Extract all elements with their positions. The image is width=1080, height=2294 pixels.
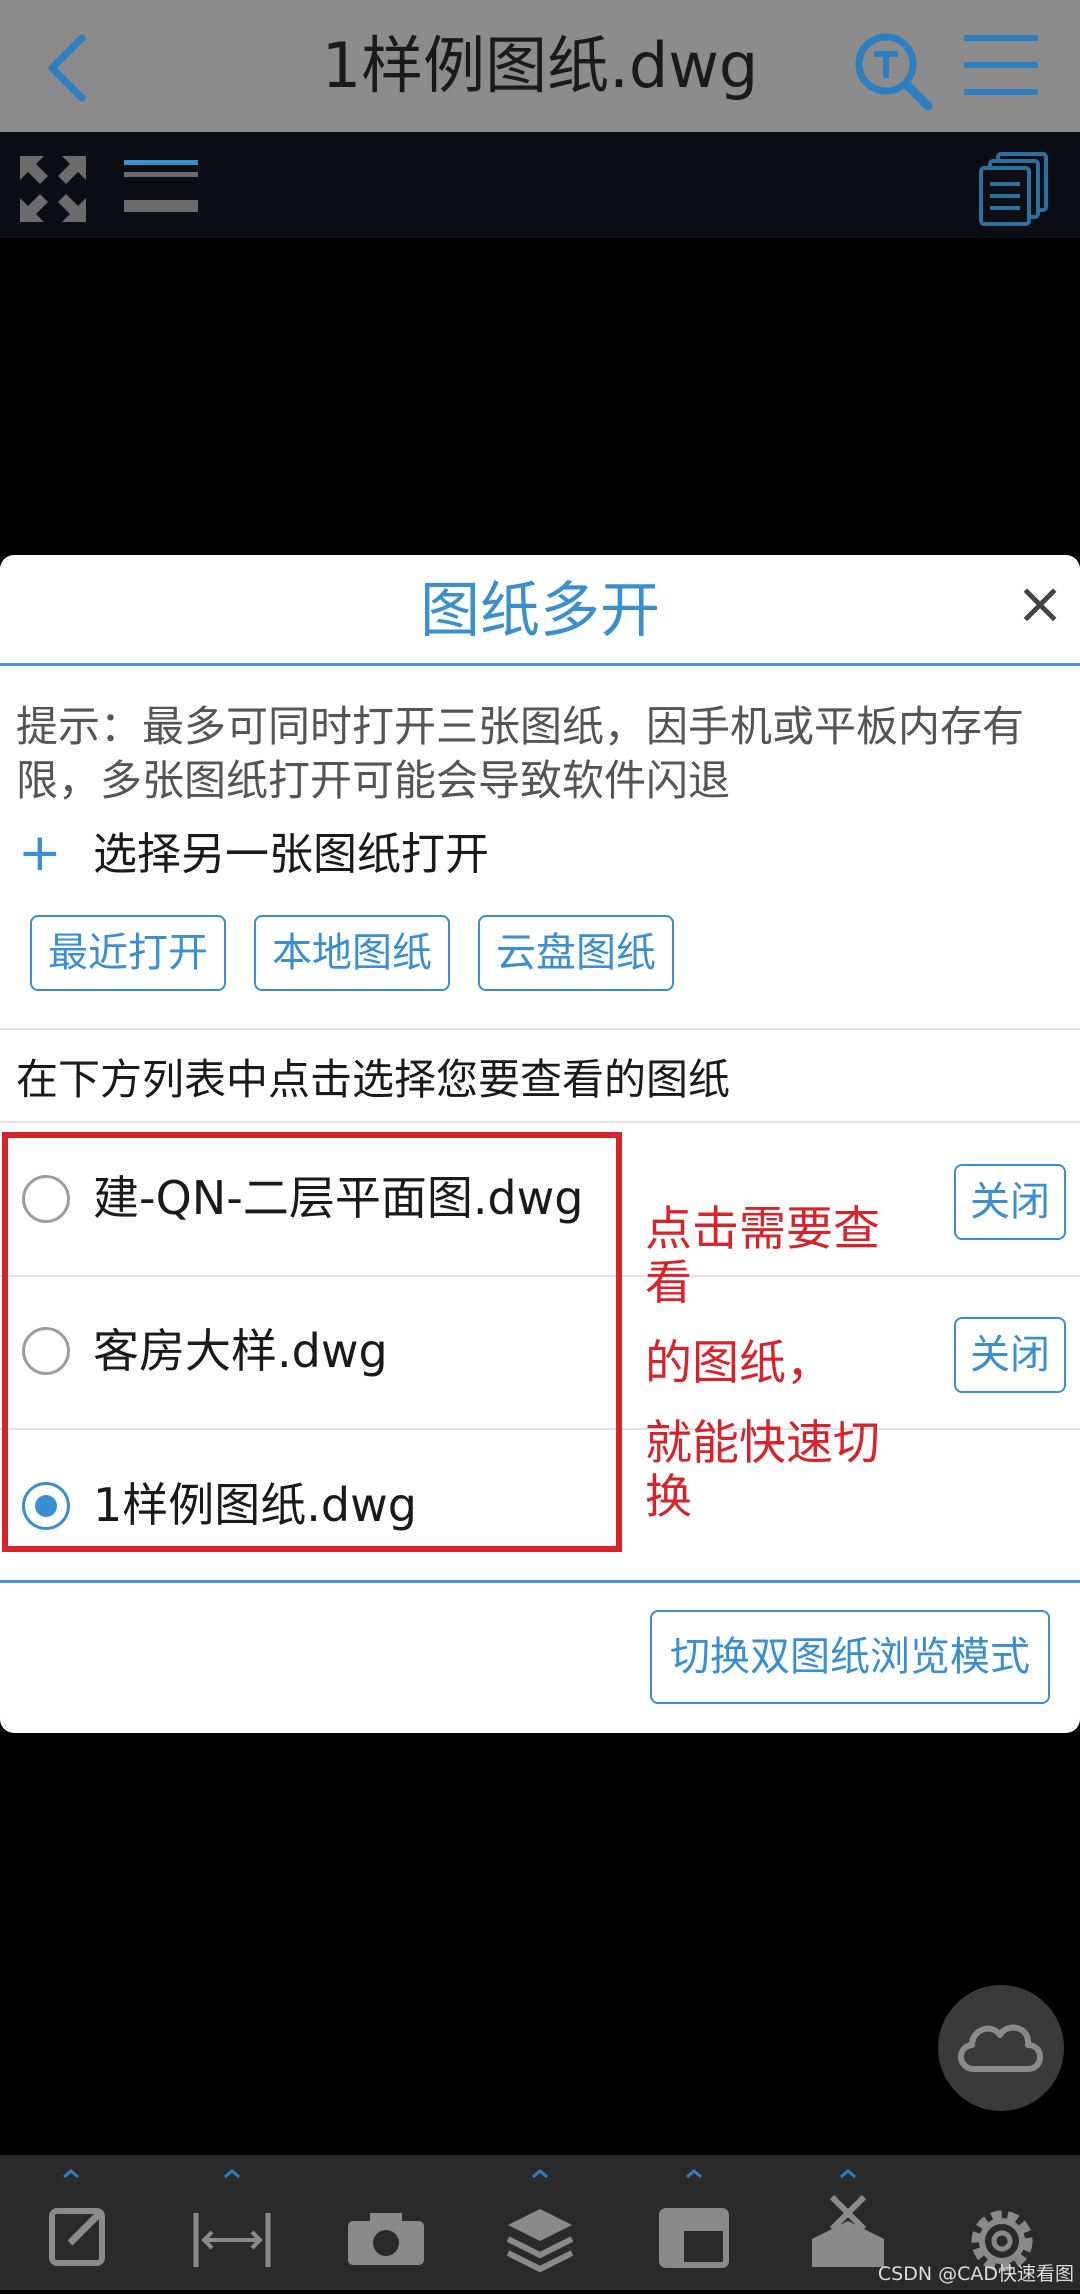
bars-icon	[124, 160, 198, 212]
annotation-line: 点击需要查看	[645, 1202, 880, 1311]
multi-open-dialog: 图纸多开 × 提示：最多可同时打开三张图纸，因手机或平板内存有限，多张图纸打开可…	[0, 555, 1080, 1733]
highlight-annotation-box	[2, 1132, 622, 1552]
hamburger-menu-icon	[964, 35, 1038, 95]
multi-document-button[interactable]	[978, 152, 1050, 226]
dialog-title: 图纸多开	[420, 576, 660, 646]
list-divider	[0, 1580, 1080, 1583]
dual-view-mode-button[interactable]: 切换双图纸浏览模式	[650, 1610, 1050, 1704]
close-icon[interactable]: ×	[1010, 573, 1070, 633]
close-file-button[interactable]: 关闭	[954, 1164, 1066, 1240]
divider	[0, 1028, 1080, 1030]
watermark: CSDN @CAD快速看图	[877, 2263, 1074, 2285]
edit-icon	[49, 2169, 105, 2266]
local-files-button[interactable]: 本地图纸	[254, 915, 450, 991]
layout-icon	[659, 2169, 729, 2268]
text-search-icon	[855, 33, 933, 111]
cloud-button[interactable]	[938, 1985, 1064, 2111]
hint-text: 提示：最多可同时打开三张图纸，因手机或平板内存有限，多张图纸打开可能会导致软件闪…	[16, 702, 1025, 805]
back-button[interactable]	[30, 28, 110, 108]
pick-another-drawing-link[interactable]: 选择另一张图纸打开	[93, 825, 489, 885]
bars-button[interactable]	[124, 156, 198, 216]
fullscreen-button[interactable]	[18, 154, 88, 224]
page-title: 1样例图纸.dwg	[321, 29, 759, 102]
menu-button[interactable]	[960, 30, 1042, 100]
top-app-bar: 1样例图纸.dwg	[0, 0, 1080, 132]
measure-tool-button[interactable]	[172, 2155, 292, 2290]
instruction-text: 在下方列表中点击选择您要查看的图纸	[16, 1055, 731, 1104]
recent-files-button[interactable]: 最近打开	[30, 915, 226, 991]
view-toolbar	[0, 132, 1080, 238]
layout-tool-button[interactable]	[634, 2155, 754, 2290]
text-search-button[interactable]	[848, 26, 938, 116]
annotation-text: 点击需要查看 的图纸， 就能快速切换	[645, 1203, 895, 1525]
fullscreen-icon	[20, 156, 86, 222]
layers-icon	[506, 2169, 574, 2273]
chevron-left-icon	[48, 34, 86, 102]
measure-icon	[193, 2169, 271, 2267]
layers-tool-button[interactable]	[480, 2155, 600, 2290]
cloud-files-button[interactable]: 云盘图纸	[478, 915, 674, 991]
multi-document-icon	[979, 152, 1048, 226]
camera-tool-button[interactable]	[326, 2155, 446, 2290]
camera-icon	[348, 2213, 424, 2265]
cloud-icon	[958, 2024, 1043, 2072]
annotation-line: 的图纸，	[645, 1336, 833, 1391]
edit-tool-button[interactable]	[18, 2155, 138, 2290]
close-file-button[interactable]: 关闭	[954, 1317, 1066, 1393]
annotation-line: 就能快速切换	[645, 1416, 880, 1525]
title-divider	[0, 663, 1080, 666]
plus-icon[interactable]: +	[18, 823, 62, 883]
